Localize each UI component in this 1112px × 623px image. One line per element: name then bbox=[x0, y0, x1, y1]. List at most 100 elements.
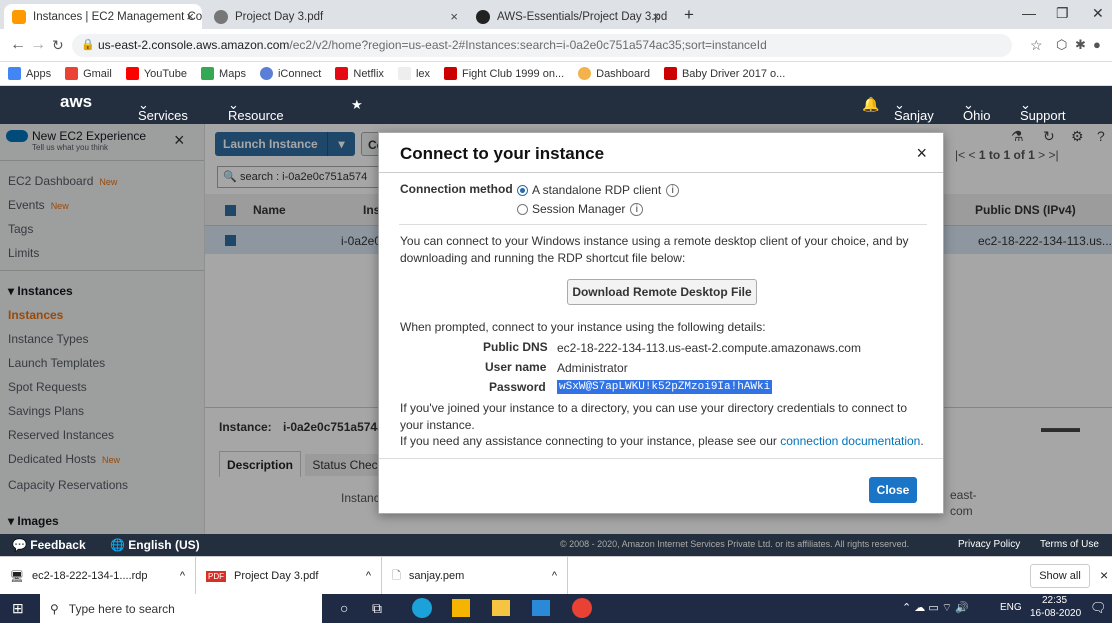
rdp-file-icon: 🖥 bbox=[10, 570, 24, 583]
mail-icon[interactable] bbox=[532, 600, 550, 616]
show-all-button[interactable]: Show all bbox=[1030, 564, 1090, 588]
youtube-icon bbox=[125, 67, 139, 80]
tab-close-icon[interactable]: × bbox=[652, 9, 660, 24]
file-explorer-icon[interactable] bbox=[492, 600, 510, 616]
star-icon[interactable]: ☆ bbox=[1030, 37, 1043, 54]
window-close-button[interactable]: ✕ bbox=[1092, 5, 1104, 22]
download-item[interactable]: 🖥 ec2-18-222-134-1....rdp ^ bbox=[0, 557, 196, 595]
store-icon[interactable] bbox=[452, 599, 470, 617]
aws-top-nav: aws Services ⌄ Resource Groups ⌄ ★ 🔔 San… bbox=[0, 86, 1112, 138]
info-icon[interactable]: i bbox=[630, 202, 644, 216]
windows-taskbar: ⊞ ⚲ Type here to search ○ ⧉ ⌃ ☁ ▭ ⌔ 🔊 ENG… bbox=[0, 594, 1112, 623]
aws-favicon-icon bbox=[12, 9, 26, 24]
address-toolbar: ← → ↻ 🔒 us-east-2.console.aws.amazon.com… bbox=[0, 29, 1112, 62]
support-menu[interactable]: Support ⌄ bbox=[1020, 97, 1066, 123]
taskbar-search[interactable]: ⚲ Type here to search bbox=[40, 594, 322, 623]
bell-icon[interactable]: 🔔 bbox=[862, 96, 879, 113]
page-icon bbox=[397, 67, 411, 80]
resource-groups-menu[interactable]: Resource Groups ⌄ bbox=[228, 97, 284, 138]
password-value[interactable]: wSxW@S7apLWKU!k52pZMzoi9Ia!hAWki bbox=[557, 380, 773, 394]
terms-link[interactable]: Terms of Use bbox=[1040, 539, 1099, 550]
bookmark-dashboard[interactable]: Dashboard bbox=[578, 67, 650, 80]
chrome-icon[interactable] bbox=[572, 598, 592, 618]
bookmark-fight-club[interactable]: Fight Club 1999 on... bbox=[444, 67, 564, 80]
windows-start-icon[interactable]: ⊞ bbox=[12, 600, 24, 617]
search-icon: ⚲ bbox=[50, 601, 59, 616]
tab-github[interactable]: AWS-Essentials/Project Day 3.pd × bbox=[468, 4, 668, 29]
pin-icon[interactable]: ★ bbox=[351, 97, 363, 113]
netflix-icon bbox=[335, 67, 349, 80]
pdf-icon: PDF bbox=[206, 570, 226, 582]
reload-icon[interactable]: ↻ bbox=[52, 37, 64, 54]
user-menu[interactable]: Sanjay ⌄ bbox=[894, 97, 934, 123]
bookmark-baby-driver[interactable]: Baby Driver 2017 o... bbox=[663, 67, 785, 80]
radio-rdp-client[interactable]: A standalone RDP client i bbox=[517, 183, 680, 197]
system-tray-icons[interactable]: ⌃ ☁ ▭ ⌔ 🔊 bbox=[902, 601, 969, 615]
prompt-text: When prompted, connect to your instance … bbox=[400, 320, 766, 334]
aws-footer: 💬 Feedback 🌐 English (US) © 2008 - 2020,… bbox=[0, 534, 1112, 556]
connection-docs-link[interactable]: connection documentation bbox=[780, 434, 920, 448]
bookmark-maps[interactable]: Maps bbox=[201, 67, 246, 80]
dialog-close-icon[interactable]: × bbox=[916, 143, 927, 164]
bookmark-iconnect[interactable]: iConnect bbox=[259, 67, 321, 80]
bookmark-youtube[interactable]: YouTube bbox=[125, 67, 187, 80]
dashboard-icon bbox=[578, 67, 592, 80]
feedback-link[interactable]: 💬 Feedback bbox=[12, 538, 86, 552]
downloads-close-icon[interactable]: × bbox=[1100, 567, 1108, 583]
clock-date[interactable]: 16-08-2020 bbox=[1030, 608, 1081, 619]
privacy-link[interactable]: Privacy Policy bbox=[958, 539, 1020, 550]
region-menu[interactable]: Ohio ⌄ bbox=[963, 97, 990, 123]
chevron-up-icon[interactable]: ^ bbox=[366, 570, 371, 582]
extension-icon[interactable]: ⬡ bbox=[1056, 37, 1067, 53]
copyright-text: © 2008 - 2020, Amazon Internet Services … bbox=[560, 539, 910, 549]
puzzle-icon[interactable]: ✱ bbox=[1075, 37, 1086, 53]
directory-note: If you've joined your instance to a dire… bbox=[400, 401, 908, 432]
browser-tab-strip: Instances | EC2 Management Co × Project … bbox=[0, 0, 1112, 29]
radio-session-manager[interactable]: Session Manager i bbox=[517, 202, 644, 216]
apps-icon bbox=[8, 67, 21, 80]
connection-method-label: Connection method bbox=[400, 182, 513, 196]
url-bar[interactable]: 🔒 us-east-2.console.aws.amazon.com/ec2/v… bbox=[72, 34, 1012, 57]
gmail-icon bbox=[65, 67, 79, 80]
download-item[interactable]: 🗋 sanjay.pem ^ bbox=[382, 557, 568, 595]
chevron-up-icon[interactable]: ^ bbox=[552, 570, 557, 582]
notification-icon[interactable]: 🗨 bbox=[1090, 600, 1107, 616]
lock-icon: 🔒 bbox=[81, 39, 95, 51]
forward-icon[interactable]: → bbox=[30, 36, 46, 54]
minimize-button[interactable]: — bbox=[1022, 5, 1036, 21]
assist-text: If you need any assistance connecting to… bbox=[400, 434, 924, 448]
tab-pdf[interactable]: Project Day 3.pdf × bbox=[206, 4, 466, 29]
maps-icon bbox=[201, 67, 215, 80]
url-path: /ec2/v2/home?region=us-east-2#Instances:… bbox=[289, 38, 767, 52]
language-menu[interactable]: 🌐 English (US) bbox=[110, 538, 200, 552]
download-item[interactable]: PDF Project Day 3.pdf ^ bbox=[196, 557, 382, 595]
bookmark-netflix[interactable]: Netflix bbox=[335, 67, 384, 80]
iconnect-icon bbox=[259, 67, 273, 80]
close-button[interactable]: Close bbox=[869, 477, 917, 503]
tab-close-icon[interactable]: × bbox=[186, 9, 194, 24]
services-menu[interactable]: Services ⌄ bbox=[138, 97, 188, 123]
profile-icon[interactable]: ● bbox=[1093, 37, 1101, 52]
restore-button[interactable]: ❐ bbox=[1056, 5, 1069, 22]
new-tab-button[interactable]: + bbox=[684, 5, 694, 25]
tab-close-icon[interactable]: × bbox=[450, 9, 458, 24]
aws-logo[interactable]: aws bbox=[60, 92, 92, 112]
language-indicator[interactable]: ENG bbox=[1000, 602, 1022, 613]
info-icon[interactable]: i bbox=[666, 183, 680, 197]
back-icon[interactable]: ← bbox=[10, 36, 26, 54]
download-rdp-button[interactable]: Download Remote Desktop File bbox=[567, 279, 757, 305]
edge-icon[interactable] bbox=[412, 598, 432, 618]
task-view-icon[interactable]: ⧉ bbox=[372, 600, 382, 617]
bookmark-apps[interactable]: Apps bbox=[8, 67, 51, 80]
video-icon bbox=[444, 67, 457, 80]
bookmark-gmail[interactable]: Gmail bbox=[65, 67, 112, 80]
radio-selected-icon bbox=[517, 184, 528, 196]
bookmark-lex[interactable]: lex bbox=[397, 67, 430, 80]
globe-icon bbox=[214, 9, 228, 24]
chevron-up-icon[interactable]: ^ bbox=[180, 570, 185, 582]
clock-time[interactable]: 22:35 bbox=[1042, 595, 1067, 606]
cortana-icon[interactable]: ○ bbox=[340, 600, 348, 616]
radio-unselected-icon bbox=[517, 203, 528, 215]
github-icon bbox=[476, 9, 490, 24]
tab-instances[interactable]: Instances | EC2 Management Co × bbox=[4, 4, 202, 29]
